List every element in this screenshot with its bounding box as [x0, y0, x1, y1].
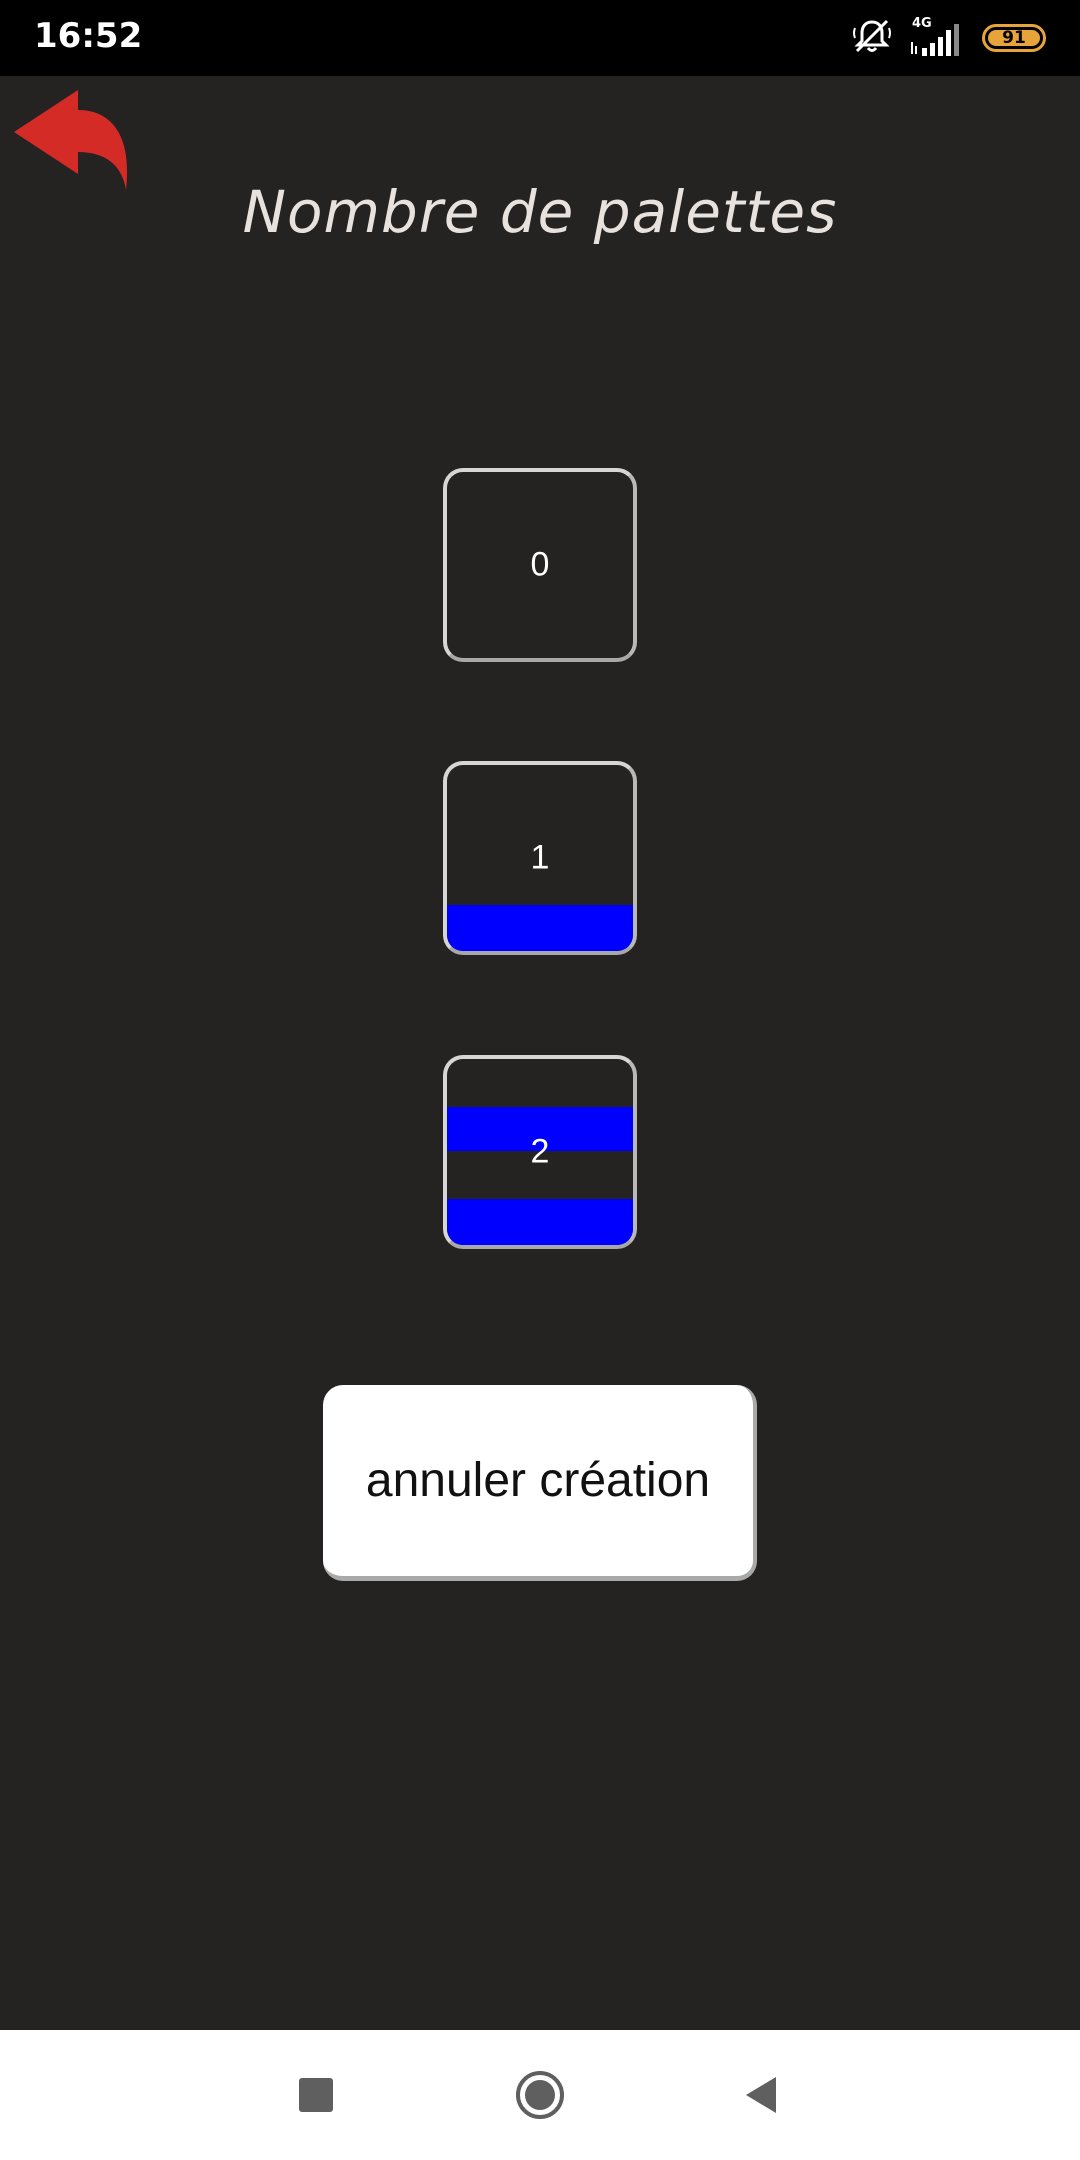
palette-option-0[interactable]: 0 [443, 468, 637, 662]
status-bar: 16:52 4G 91 [0, 0, 1080, 76]
palette-bar [447, 1199, 633, 1245]
cancel-creation-button[interactable]: annuler création [323, 1385, 757, 1581]
signal-icon: 4G [908, 16, 966, 58]
system-back-button[interactable] [700, 2030, 820, 2160]
palette-option-label: 0 [530, 545, 550, 584]
palette-bar [447, 905, 633, 951]
battery-level: 91 [1002, 28, 1026, 48]
palette-option-1[interactable]: 1 [443, 761, 637, 955]
page-title: Nombre de palettes [242, 178, 838, 246]
home-icon [516, 2071, 564, 2119]
recent-apps-icon [299, 2078, 333, 2112]
recent-apps-button[interactable] [256, 2030, 376, 2160]
home-button[interactable] [480, 2030, 600, 2160]
mute-alarm-icon [852, 16, 892, 60]
palette-option-2[interactable]: 2 [443, 1055, 637, 1249]
battery-icon: 91 [982, 24, 1046, 52]
status-icons: 4G 91 [852, 14, 1046, 62]
palette-option-label: 1 [530, 838, 550, 877]
status-time: 16:52 [34, 16, 143, 56]
navigation-bar [0, 2030, 1080, 2160]
palette-option-label: 2 [530, 1132, 550, 1171]
back-icon [746, 2077, 776, 2113]
app-screen: 16:52 4G 91 Nombre de palettes 0 1 2 ann… [0, 0, 1080, 2160]
